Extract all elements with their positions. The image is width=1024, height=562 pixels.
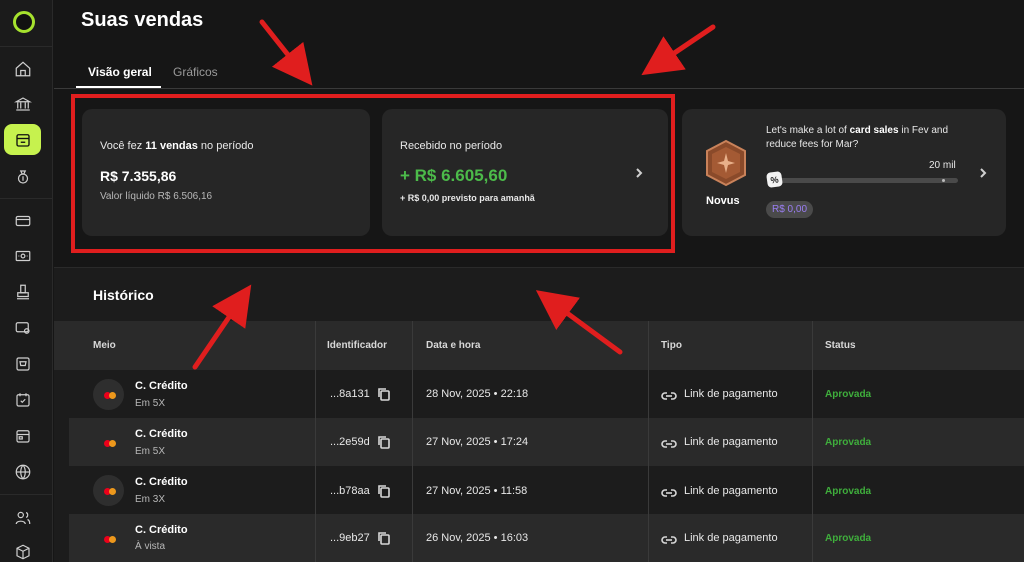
payment-method: C. Crédito [135, 524, 188, 536]
store-icon[interactable] [4, 124, 41, 155]
received-forecast: + R$ 0,00 previsto para amanhã [400, 193, 535, 203]
copy-icon[interactable] [377, 484, 391, 498]
sales-summary-card: Você fez 11 vendas no período R$ 7.355,8… [82, 109, 370, 236]
column-divider [412, 321, 413, 562]
installments: À vista [135, 541, 166, 552]
table-row[interactable]: C. Crédito Em 5X ...8a131 28 Nov, 2025 •… [69, 370, 1024, 418]
column-divider [648, 321, 649, 562]
tab-graficos[interactable]: Gráficos [173, 65, 218, 79]
goal-description: Let's make a lot of card sales in Fev an… [766, 125, 949, 150]
page-title: Suas vendas [81, 9, 204, 31]
tab-visao-geral[interactable]: Visão geral [88, 65, 152, 79]
link-icon [661, 486, 677, 498]
sales-count: 11 vendas [145, 140, 198, 152]
pos-terminal-icon[interactable] [12, 281, 34, 303]
calendar-check-icon[interactable] [12, 389, 34, 411]
mastercard-icon [93, 427, 124, 458]
transaction-type: Link de pagamento [684, 436, 778, 448]
wallet-icon[interactable] [12, 425, 34, 447]
table-row[interactable]: C. Crédito À vista ...9eb27 26 Nov, 2025… [69, 514, 1024, 562]
status-badge: Aprovada [825, 389, 872, 400]
column-divider [315, 321, 316, 562]
goal-max-label: 20 mil [929, 160, 956, 171]
link-icon [661, 533, 677, 545]
bank-icon[interactable] [12, 93, 34, 115]
percent-icon: % [766, 171, 783, 188]
installments: Em 3X [135, 494, 166, 505]
goal-progress-marker [942, 179, 945, 182]
money-bag-icon[interactable] [12, 166, 34, 188]
transaction-id: ...8a131 [330, 388, 370, 400]
sales-gross-amount: R$ 7.355,86 [100, 168, 177, 184]
transaction-id: ...b78aa [330, 485, 370, 497]
column-header-meio[interactable]: Meio [93, 340, 116, 351]
column-divider [812, 321, 813, 562]
payment-method: C. Crédito [135, 380, 188, 392]
transaction-type: Link de pagamento [684, 485, 778, 497]
goal-current-value: R$ 0,00 [766, 201, 814, 218]
card-icon[interactable] [12, 210, 34, 232]
settings-card-icon[interactable] [12, 317, 34, 339]
history-title: Histórico [93, 287, 154, 303]
cart-icon[interactable] [12, 353, 34, 375]
goal-card[interactable]: Novus Let's make a lot of card sales in … [682, 109, 1006, 236]
transaction-type: Link de pagamento [684, 532, 778, 544]
box-icon[interactable] [12, 541, 34, 562]
link-icon [661, 437, 677, 449]
transaction-datetime: 27 Nov, 2025 • 17:24 [426, 436, 529, 448]
level-name: Novus [706, 195, 740, 207]
status-badge: Aprovada [825, 533, 872, 544]
received-amount: + R$ 6.605,60 [400, 166, 508, 185]
installments: Em 5X [135, 446, 166, 457]
tabs-divider [54, 88, 1024, 89]
column-header-status[interactable]: Status [825, 340, 856, 351]
history-table-header [54, 321, 1024, 370]
received-label: Recebido no período [400, 140, 503, 152]
transaction-datetime: 26 Nov, 2025 • 16:03 [426, 532, 529, 544]
logo-icon[interactable] [13, 11, 35, 33]
level-badge-icon [704, 139, 748, 187]
status-badge: Aprovada [825, 486, 872, 497]
sidebar [0, 0, 53, 562]
table-row[interactable]: C. Crédito Em 5X ...2e59d 27 Nov, 2025 •… [69, 418, 1024, 466]
chevron-right-icon[interactable] [976, 166, 990, 180]
mastercard-icon [93, 379, 124, 410]
payment-method: C. Crédito [135, 428, 188, 440]
goal-highlight: card sales [849, 125, 899, 136]
column-header-identificador[interactable]: Identificador [327, 340, 387, 351]
mastercard-icon [93, 523, 124, 554]
transaction-id: ...2e59d [330, 436, 370, 448]
chevron-right-icon[interactable] [632, 166, 646, 180]
sales-count-text: Você fez 11 vendas no período [100, 140, 254, 152]
home-icon[interactable] [12, 58, 34, 80]
transaction-type: Link de pagamento [684, 388, 778, 400]
transaction-id: ...9eb27 [330, 532, 370, 544]
column-header-tipo[interactable]: Tipo [661, 340, 682, 351]
sales-net-amount: Valor líquido R$ 6.506,16 [100, 191, 213, 202]
payment-method: C. Crédito [135, 476, 188, 488]
sidebar-divider [0, 494, 53, 495]
users-icon[interactable] [12, 507, 34, 529]
sidebar-divider [0, 46, 53, 47]
transaction-datetime: 28 Nov, 2025 • 22:18 [426, 388, 529, 400]
received-summary-card[interactable]: Recebido no período + R$ 6.605,60 + R$ 0… [382, 109, 668, 236]
copy-icon[interactable] [377, 435, 391, 449]
installments: Em 5X [135, 398, 166, 409]
copy-icon[interactable] [377, 531, 391, 545]
goal-progress-bar [770, 178, 958, 183]
table-row[interactable]: C. Crédito Em 3X ...b78aa 27 Nov, 2025 •… [69, 466, 1024, 514]
globe-icon[interactable] [12, 461, 34, 483]
column-header-data-hora[interactable]: Data e hora [426, 340, 480, 351]
copy-icon[interactable] [377, 387, 391, 401]
status-badge: Aprovada [825, 437, 872, 448]
banknote-icon[interactable] [12, 245, 34, 267]
transaction-datetime: 27 Nov, 2025 • 11:58 [426, 485, 528, 497]
mastercard-icon [93, 475, 124, 506]
link-icon [661, 389, 677, 401]
sidebar-divider [0, 198, 53, 199]
